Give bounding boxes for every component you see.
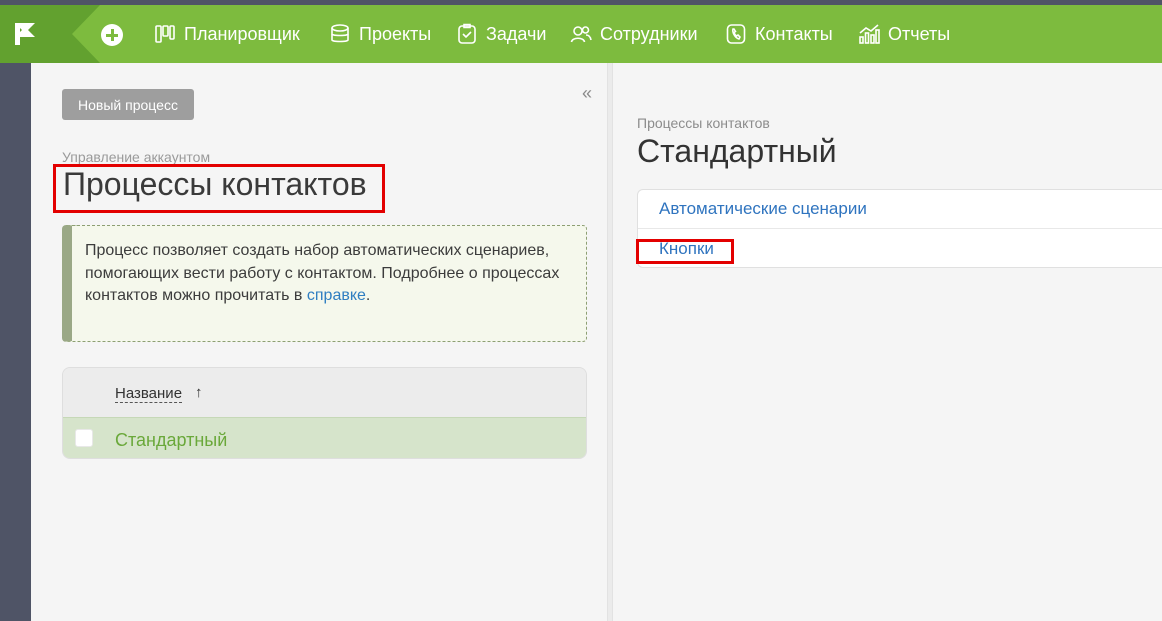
clipboard-check-icon [458,23,476,44]
highlight-title-box [53,164,385,213]
highlight-buttons-box [636,239,734,264]
process-list-panel [31,63,607,621]
users-icon [570,26,592,43]
nav-projects-label: Проекты [359,23,432,44]
menu-auto-scenarios[interactable]: Автоматические сценарии [638,190,1162,229]
table-row[interactable]: Стандартный [63,417,586,458]
nav-tasks-label: Задачи [486,23,547,44]
top-navbar: Планировщик Проекты Задачи Сотрудники Ко… [0,5,1162,63]
collapse-panel-icon[interactable]: « [578,82,596,104]
nav-contacts[interactable]: Контакты [725,5,833,63]
process-table: Название ↑ Стандартный [62,367,587,459]
row-name[interactable]: Стандартный [115,430,227,451]
nav-tasks[interactable]: Задачи [456,5,546,63]
column-name-header[interactable]: Название [115,386,183,403]
database-icon [331,24,349,43]
chart-icon [859,24,880,44]
nav-reports-label: Отчеты [888,23,951,44]
nav-planner[interactable]: Планировщик [154,5,300,63]
flag-icon[interactable] [12,21,38,47]
detail-breadcrumb[interactable]: Процессы контактов [637,115,770,131]
sort-arrow-icon[interactable]: ↑ [195,384,203,401]
nav-employees[interactable]: Сотрудники [570,5,698,63]
phone-icon [726,24,746,44]
nav-planner-label: Планировщик [184,23,300,44]
help-link[interactable]: справке [307,287,366,304]
detail-title: Стандартный [637,133,837,169]
plus-circle-icon[interactable] [101,24,123,46]
nav-projects[interactable]: Проекты [329,5,431,63]
row-checkbox[interactable] [75,429,93,447]
info-end: . [365,287,371,304]
nav-contacts-label: Контакты [755,23,833,44]
nav-employees-label: Сотрудники [600,23,698,44]
info-notice: Процесс позволяет создать набор автомати… [62,225,587,342]
left-rail [0,63,31,621]
planner-icon [155,25,175,43]
nav-reports[interactable]: Отчеты [858,5,950,63]
breadcrumb[interactable]: Управление аккаунтом [62,149,210,165]
table-header: Название ↑ [63,368,586,417]
new-process-button[interactable]: Новый процесс [62,89,194,120]
